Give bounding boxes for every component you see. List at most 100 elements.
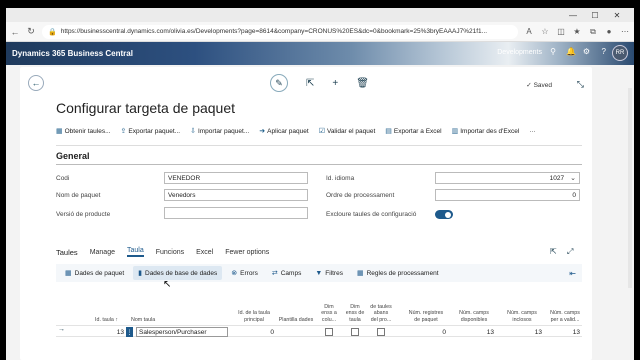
tab-taula[interactable]: Taula — [126, 247, 144, 257]
page-scrollbar[interactable] — [628, 88, 632, 288]
page-toolbar: ✎ ⇱ + 🗑 — [270, 74, 369, 92]
row-menu-icon[interactable]: ⋮ — [126, 327, 133, 337]
sub-label: Regles de processament — [366, 269, 439, 277]
table-row[interactable]: → 13 ⋮ Salesperson/Purchaser 0 0 13 13 1… — [56, 325, 582, 337]
sub-label: Dades de paquet — [74, 269, 125, 277]
table-icon: ▦ — [56, 128, 63, 135]
col-nom-taula[interactable]: Nom taula — [131, 317, 211, 324]
col-id-taula[interactable]: Id. taula ↑ — [78, 317, 118, 324]
more-actions[interactable]: ··· — [529, 127, 536, 135]
tab-manage[interactable]: Manage — [90, 249, 115, 256]
lock-icon: 🔒 — [48, 28, 57, 36]
sub-camps[interactable]: ⇄ Camps — [267, 266, 306, 280]
nom-paquet-field[interactable]: Venedors — [164, 189, 308, 201]
cell-num-registres[interactable]: 0 — [406, 327, 446, 337]
col-num-camps-incl[interactable]: Núm. camps inclosos — [502, 310, 542, 323]
read-aloud-icon[interactable]: A — [524, 27, 534, 36]
action-validar-paquet[interactable]: ☑ Validar el paquet — [319, 127, 376, 136]
gear-icon[interactable]: ⚙ — [583, 47, 590, 56]
back-nav-icon[interactable]: ← — [10, 27, 20, 37]
sub-dades-base-dades[interactable]: ▮ Dades de base de dades — [133, 266, 223, 280]
favorite-icon[interactable]: ☆ — [540, 27, 550, 36]
cell-taules-abans-checkbox[interactable] — [377, 328, 385, 336]
browser-menu-icon[interactable]: ⋯ — [620, 27, 630, 36]
export-icon: ⇪ — [120, 128, 127, 135]
action-label: Aplicar paquet — [267, 127, 309, 135]
saved-label: Saved — [533, 82, 552, 89]
col-num-registres[interactable]: Núm. registres de paquet — [406, 310, 446, 323]
maximize-icon[interactable]: ☐ — [584, 11, 606, 20]
page-title: Configurar targeta de paquet — [56, 100, 236, 116]
cell-id-principal[interactable]: 0 — [234, 327, 274, 337]
more-icon: ··· — [529, 127, 536, 135]
cell-id-taula[interactable]: 13 — [78, 327, 124, 337]
action-importar-excel[interactable]: ▥ Importar des d'Excel — [452, 127, 520, 136]
package-data-icon: ▦ — [65, 270, 72, 277]
col-plantilla[interactable]: Plantilla dades — [278, 317, 314, 324]
back-arrow-icon[interactable]: ← — [28, 75, 44, 91]
database-icon: ▮ — [138, 270, 142, 277]
cell-num-camps-valid[interactable]: 13 — [548, 327, 580, 337]
expand-lines-icon[interactable]: ⤢ — [567, 247, 573, 257]
sub-errors[interactable]: ⊗ Errors — [226, 266, 263, 280]
action-aplicar-paquet[interactable]: ➜ Aplicar paquet — [259, 127, 309, 136]
action-label: Importar des d'Excel — [460, 127, 520, 135]
col-dim-taula[interactable]: Dim enss de taula — [344, 304, 366, 324]
new-plus-icon[interactable]: + — [332, 78, 338, 92]
fields-icon: ⇄ — [271, 270, 278, 277]
action-exportar-excel[interactable]: ▤ Exportar a Excel — [385, 127, 441, 136]
saved-status: ✓ Saved — [526, 82, 552, 89]
url-field[interactable]: 🔒 https://businesscentral.dynamics.com/o… — [42, 24, 518, 39]
versio-label: Versió de producte — [56, 211, 111, 218]
sub-label: Dades de base de dades — [145, 269, 218, 277]
favorites-list-icon[interactable]: ★ — [572, 27, 582, 36]
profile-icon[interactable]: ● — [604, 27, 614, 36]
lines-title[interactable]: Taules — [56, 248, 78, 257]
codi-field[interactable]: VENEDOR — [164, 172, 308, 184]
edit-pencil-icon[interactable]: ✎ — [270, 74, 288, 92]
sub-regles[interactable]: ▦ Regles de processament — [352, 266, 444, 280]
col-taules-abans[interactable]: de taules abans del pro... — [370, 304, 392, 324]
chevron-down-icon[interactable]: ⌄ — [570, 174, 576, 182]
tab-fewer-options[interactable]: Fewer options — [225, 249, 269, 256]
cell-dim-taula-checkbox[interactable] — [351, 328, 359, 336]
minimize-icon[interactable]: — — [562, 11, 584, 20]
app-name[interactable]: Dynamics 365 Business Central — [12, 49, 133, 58]
search-icon[interactable]: ⚲ — [550, 47, 556, 56]
col-num-camps-valid[interactable]: Núm. camps per a valid... — [548, 310, 582, 323]
refresh-icon[interactable]: ↻ — [26, 26, 36, 37]
collections-icon[interactable]: ⧉ — [588, 27, 598, 37]
cell-plantilla[interactable] — [278, 327, 314, 337]
sub-filtres[interactable]: ▼ Filtres — [310, 267, 348, 280]
collapse-icon[interactable]: ⤡ — [577, 79, 584, 90]
help-icon[interactable]: ? — [602, 47, 606, 56]
environment-name[interactable]: Developments — [497, 49, 542, 56]
action-obtenir-taules[interactable]: ▦ Obtenir taules... — [56, 127, 111, 136]
cell-num-camps-disp[interactable]: 13 — [454, 327, 494, 337]
tab-funcions[interactable]: Funcions — [156, 249, 184, 256]
action-label: Exportar paquet... — [128, 127, 181, 135]
excloure-toggle[interactable] — [435, 210, 453, 219]
cell-num-camps-incl[interactable]: 13 — [502, 327, 542, 337]
pin-icon[interactable]: ⇤ — [569, 269, 576, 278]
close-icon[interactable]: ✕ — [606, 11, 628, 20]
action-exportar-paquet[interactable]: ⇪ Exportar paquet... — [120, 127, 181, 136]
cell-dim-colu-checkbox[interactable] — [325, 328, 333, 336]
versio-field[interactable] — [164, 207, 308, 219]
idioma-field[interactable]: 1027 ⌄ — [435, 172, 580, 184]
bell-icon[interactable]: 🔔 — [566, 47, 576, 56]
col-num-camps-disp[interactable]: Núm. camps disponibles — [454, 310, 494, 323]
general-heading[interactable]: General — [56, 146, 582, 165]
col-id-principal[interactable]: Id. de la taula principal — [234, 310, 274, 323]
sub-dades-paquet[interactable]: ▦ Dades de paquet — [60, 266, 129, 280]
col-dim-colu[interactable]: Dim enss a colu... — [318, 304, 340, 324]
share-icon[interactable]: ⇱ — [306, 78, 314, 92]
cell-nom-taula[interactable]: Salesperson/Purchaser — [136, 327, 228, 337]
action-importar-paquet[interactable]: ⇩ Importar paquet... — [190, 127, 249, 136]
share-lines-icon[interactable]: ⇱ — [550, 247, 557, 256]
split-screen-icon[interactable]: ◫ — [556, 27, 566, 36]
delete-trash-icon[interactable]: 🗑 — [356, 78, 369, 92]
avatar[interactable]: RR — [612, 45, 628, 61]
tab-excel[interactable]: Excel — [196, 249, 213, 256]
ordre-field[interactable]: 0 — [435, 189, 580, 201]
